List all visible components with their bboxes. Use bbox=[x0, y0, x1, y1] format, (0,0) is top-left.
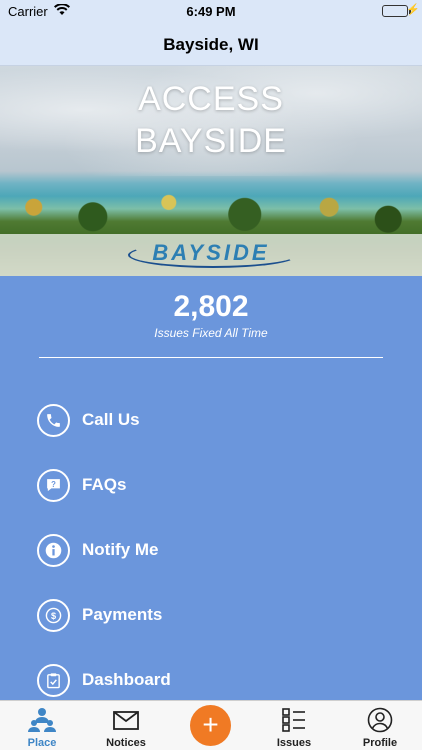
user-icon bbox=[366, 707, 394, 733]
bayside-logo: BAYSIDE bbox=[152, 240, 270, 265]
menu-item-label: Notify Me bbox=[82, 540, 159, 559]
hero-title-line1: ACCESS bbox=[138, 80, 284, 118]
tab-notices[interactable]: Notices bbox=[84, 701, 168, 750]
hero-title: ACCESS BAYSIDE bbox=[0, 78, 422, 162]
menu-item-faqs[interactable]: ? FAQs bbox=[0, 462, 422, 512]
hero-banner: ACCESS BAYSIDE BAYSIDE bbox=[0, 66, 422, 276]
svg-text:$: $ bbox=[51, 611, 56, 621]
charging-icon: ⚡ bbox=[406, 4, 420, 16]
dollar-icon: $ bbox=[37, 599, 70, 632]
navigation-bar: Bayside, WI bbox=[0, 22, 422, 66]
status-time: 6:49 PM bbox=[186, 4, 236, 19]
menu-item-call-us[interactable]: Call Us bbox=[0, 397, 422, 447]
tab-label: Issues bbox=[276, 737, 312, 749]
tab-profile[interactable]: Profile bbox=[338, 701, 422, 750]
people-icon bbox=[28, 707, 56, 733]
svg-text:?: ? bbox=[51, 480, 56, 489]
battery-icon bbox=[382, 5, 408, 17]
list-icon bbox=[280, 707, 308, 733]
tab-place[interactable]: Place bbox=[0, 701, 84, 750]
phone-icon bbox=[37, 404, 70, 437]
hero-title-line2: BAYSIDE bbox=[135, 122, 287, 160]
tab-label: Notices bbox=[106, 737, 146, 749]
menu-item-notify-me[interactable]: Notify Me bbox=[0, 527, 422, 577]
tab-label: Profile bbox=[362, 737, 398, 749]
menu-item-label: Call Us bbox=[82, 410, 140, 429]
menu-item-label: FAQs bbox=[82, 475, 127, 494]
status-bar: Carrier 6:49 PM ⚡ bbox=[0, 0, 422, 22]
menu-item-label: Dashboard bbox=[82, 670, 171, 689]
menu-item-payments[interactable]: $ Payments bbox=[0, 592, 422, 642]
clipboard-icon bbox=[37, 664, 70, 697]
mail-icon bbox=[112, 707, 140, 733]
tab-issues[interactable]: Issues bbox=[252, 701, 336, 750]
tab-label: Place bbox=[27, 737, 57, 749]
add-issue-button[interactable]: + bbox=[190, 705, 231, 746]
issues-fixed-label: Issues Fixed All Time bbox=[154, 326, 268, 340]
info-icon bbox=[37, 534, 70, 567]
menu-item-label: Payments bbox=[82, 605, 163, 624]
tab-bar: Place Notices + Issues Profile bbox=[0, 700, 422, 750]
divider bbox=[39, 357, 383, 358]
faq-chat-icon: ? bbox=[37, 469, 70, 502]
page-title: Bayside, WI bbox=[163, 35, 259, 54]
issues-fixed-count: 2,802 bbox=[173, 290, 249, 323]
